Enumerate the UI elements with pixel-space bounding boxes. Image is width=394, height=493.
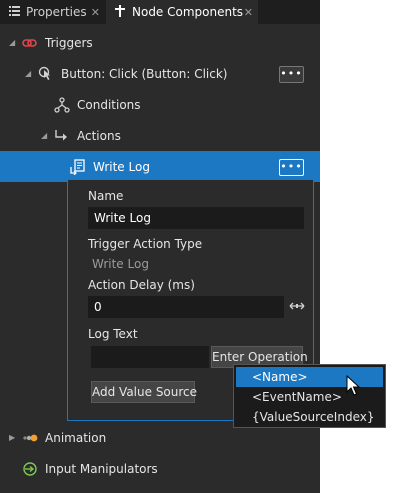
tree-item-label: Animation	[45, 430, 107, 445]
drag-value-icon[interactable]	[289, 299, 305, 316]
tree-item-label: Conditions	[77, 97, 141, 112]
tab-properties-label: Properties	[26, 5, 87, 19]
tree-item-triggers[interactable]: ◢ Triggers	[0, 27, 320, 58]
tree-item-input-manipulators[interactable]: Input Manipulators	[0, 453, 320, 484]
trigger-action-type-value: Write Log	[92, 257, 149, 271]
tree-item-label: Write Log	[93, 159, 150, 174]
actions-icon	[54, 128, 70, 144]
button-click-icon	[38, 66, 54, 82]
node-components-icon	[112, 4, 128, 20]
tab-bar: Properties ✕ Node Components ✕	[0, 0, 320, 24]
more-options-button[interactable]: •••	[279, 159, 304, 176]
tree-item-label: Button: Click (Button: Click)	[61, 66, 228, 81]
write-log-icon	[70, 158, 86, 175]
trigger-action-type-label: Trigger Action Type	[88, 237, 203, 251]
input-manipulators-icon	[22, 461, 38, 477]
mouse-cursor-icon	[346, 375, 360, 396]
tree-item-label: Input Manipulators	[45, 461, 158, 476]
tree-item-conditions[interactable]: Conditions	[0, 89, 320, 120]
log-text-field[interactable]	[91, 346, 209, 368]
tree-item-button-click[interactable]: ◢ Button: Click (Button: Click) •••	[0, 58, 320, 89]
name-field[interactable]: Write Log	[88, 207, 304, 229]
action-delay-label: Action Delay (ms)	[88, 278, 195, 292]
triggers-icon	[22, 35, 38, 51]
menu-item-event-name[interactable]: <EventName>	[236, 387, 383, 407]
close-icon[interactable]: ✕	[244, 6, 253, 19]
action-delay-field[interactable]: 0	[88, 296, 284, 318]
tree-item-label: Actions	[77, 128, 121, 143]
expand-arrow-icon[interactable]: ◢	[25, 69, 31, 78]
add-value-source-button[interactable]: Add Value Source	[91, 381, 197, 403]
expand-arrow-icon[interactable]: ◢	[9, 38, 15, 47]
tree-item-write-log[interactable]: Write Log •••	[0, 151, 320, 182]
close-icon[interactable]: ✕	[91, 6, 100, 19]
log-text-label: Log Text	[88, 327, 138, 341]
expand-arrow-icon[interactable]: ▶	[9, 433, 15, 442]
tab-properties[interactable]: Properties ✕	[0, 0, 105, 24]
name-label: Name	[88, 189, 124, 203]
more-options-button[interactable]: •••	[279, 66, 304, 83]
expand-arrow-icon[interactable]: ◢	[41, 131, 47, 140]
menu-item-value-source-index[interactable]: {ValueSourceIndex}	[236, 407, 383, 427]
animation-icon	[22, 430, 38, 446]
tab-node-components[interactable]: Node Components ✕	[106, 0, 258, 24]
operation-dropdown-menu: <Name> <EventName> {ValueSourceIndex}	[233, 364, 386, 428]
tree-item-label: Triggers	[45, 35, 93, 50]
tree-item-actions[interactable]: ◢ Actions	[0, 120, 320, 151]
properties-icon	[6, 5, 22, 19]
menu-item-name[interactable]: <Name>	[236, 367, 383, 387]
tab-node-components-label: Node Components	[132, 5, 244, 19]
conditions-icon	[54, 96, 70, 113]
